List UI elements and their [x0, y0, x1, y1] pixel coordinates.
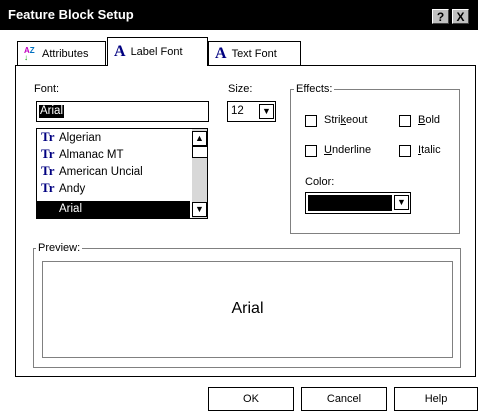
underline-checkbox[interactable]: [305, 145, 317, 157]
size-label: Size:: [228, 83, 253, 95]
scroll-thumb[interactable]: [192, 146, 207, 158]
cancel-button[interactable]: Cancel: [301, 387, 387, 411]
color-swatch: [308, 195, 392, 211]
size-value: 12: [231, 105, 244, 117]
truetype-icon: Tr: [41, 180, 55, 195]
size-select[interactable]: 12 ▼: [227, 101, 276, 122]
scroll-down-icon[interactable]: ▼: [192, 202, 207, 217]
truetype-icon: Tr: [41, 129, 55, 144]
strikeout-checkbox[interactable]: [305, 115, 317, 127]
color-label: Color:: [305, 176, 335, 188]
tab-text-font[interactable]: A Text Font: [208, 41, 301, 65]
underline-label: Underline: [324, 144, 372, 156]
color-select[interactable]: ▼: [305, 192, 411, 214]
italic-label: Italic: [418, 144, 441, 156]
font-list-item[interactable]: Tr Andy: [37, 180, 195, 196]
truetype-icon: Tr: [41, 163, 55, 178]
tab-label-font[interactable]: A Label Font: [107, 37, 208, 66]
italic-checkbox[interactable]: [399, 145, 411, 157]
preview-box: Arial: [42, 261, 453, 358]
font-a-icon: A: [215, 44, 227, 62]
chevron-down-icon[interactable]: ▼: [394, 195, 409, 210]
bold-checkbox[interactable]: [399, 115, 411, 127]
close-title-button[interactable]: X: [452, 9, 469, 24]
font-input[interactable]: Arial: [36, 101, 209, 122]
tab-label-font-label: Label Font: [130, 46, 183, 58]
az-sort-icon: AZ ↓: [24, 45, 35, 62]
truetype-icon: Tr: [41, 146, 55, 161]
font-input-value: Arial: [39, 105, 65, 118]
font-list[interactable]: Tr Algerian Tr Almanac MT Tr American Uncia…: [36, 128, 208, 219]
scroll-up-icon[interactable]: ▲: [192, 131, 207, 146]
font-a-icon: A: [114, 43, 126, 60]
help-button[interactable]: Help: [394, 387, 478, 411]
strikeout-label: Strikeout: [324, 114, 368, 126]
tab-text-font-label: Text Font: [231, 47, 277, 60]
font-list-item[interactable]: Tr American Uncial: [37, 163, 195, 179]
preview-legend: Preview:: [36, 242, 83, 254]
font-list-item[interactable]: Tr Algerian: [37, 129, 195, 145]
window-title: Feature Block Setup: [8, 7, 134, 22]
bold-label: Bold: [418, 114, 441, 126]
help-title-button[interactable]: ?: [432, 9, 449, 24]
font-label: Font:: [34, 83, 60, 95]
font-list-item[interactable]: Tr Almanac MT: [37, 146, 195, 162]
tab-attributes-label: Attributes: [42, 47, 89, 60]
ok-button[interactable]: OK: [208, 387, 294, 411]
chevron-down-icon[interactable]: ▼: [259, 104, 274, 119]
effects-legend: Effects:: [294, 83, 335, 95]
preview-sample: Arial: [231, 300, 264, 317]
font-list-item-selected[interactable]: Arial: [37, 201, 190, 218]
tab-attributes[interactable]: AZ ↓ Attributes: [17, 41, 106, 65]
